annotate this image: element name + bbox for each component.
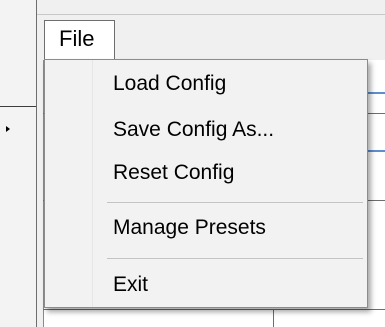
left-pane-divider [0, 106, 36, 107]
menu-separator [107, 258, 363, 259]
menu-item-label: Manage Presets [113, 216, 266, 239]
menu-item-manage-presets[interactable]: Manage Presets [45, 210, 367, 246]
menu-item-label: Exit [113, 273, 149, 296]
menu-item-reset-config[interactable]: Reset Config [45, 155, 367, 191]
menu-separator [107, 202, 363, 203]
menu-item-label: Save Config As... [113, 118, 275, 141]
menu-item-exit[interactable]: Exit [45, 267, 367, 303]
content-divider [43, 309, 385, 310]
file-menu[interactable]: File [44, 20, 115, 60]
file-dropdown-menu: Load Config Save Config As... Reset Conf… [44, 59, 368, 308]
menu-item-load-config[interactable]: Load Config [45, 66, 367, 102]
menu-item-label: Load Config [113, 72, 227, 95]
menu-item-label: Reset Config [113, 161, 235, 184]
left-pane [0, 0, 36, 327]
menu-item-save-config-as[interactable]: Save Config As... [45, 112, 367, 148]
focused-field[interactable] [366, 92, 385, 152]
column-divider [273, 309, 274, 327]
expand-arrow-icon[interactable] [6, 126, 10, 132]
